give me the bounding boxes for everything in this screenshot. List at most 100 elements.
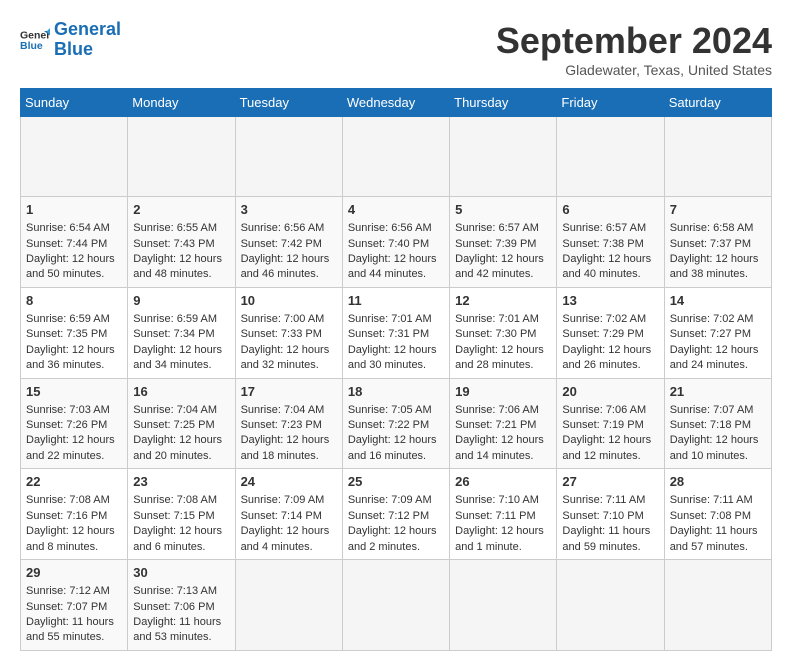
sunrise-label: Sunrise: 7:01 AM xyxy=(348,313,432,325)
calendar-cell: 17 Sunrise: 7:04 AM Sunset: 7:23 PM Dayl… xyxy=(235,378,342,469)
daylight-label: Daylight: 12 hours and 44 minutes. xyxy=(348,253,437,280)
calendar-cell: 1 Sunrise: 6:54 AM Sunset: 7:44 PM Dayli… xyxy=(21,197,128,288)
sunset-label: Sunset: 7:33 PM xyxy=(241,328,322,340)
sunrise-label: Sunrise: 7:13 AM xyxy=(133,585,217,597)
sunset-label: Sunset: 7:11 PM xyxy=(455,510,536,522)
daylight-label: Daylight: 12 hours and 50 minutes. xyxy=(26,253,115,280)
calendar-cell: 19 Sunrise: 7:06 AM Sunset: 7:21 PM Dayl… xyxy=(450,378,557,469)
daylight-label: Daylight: 12 hours and 6 minutes. xyxy=(133,525,222,552)
calendar-cell xyxy=(664,560,771,651)
sunrise-label: Sunrise: 6:55 AM xyxy=(133,222,217,234)
sunrise-label: Sunrise: 6:57 AM xyxy=(562,222,646,234)
calendar-cell xyxy=(557,117,664,197)
calendar-cell: 20 Sunrise: 7:06 AM Sunset: 7:19 PM Dayl… xyxy=(557,378,664,469)
calendar-cell: 29 Sunrise: 7:12 AM Sunset: 7:07 PM Dayl… xyxy=(21,560,128,651)
sunset-label: Sunset: 7:23 PM xyxy=(241,419,322,431)
calendar-cell xyxy=(557,560,664,651)
sunrise-label: Sunrise: 7:09 AM xyxy=(241,494,325,506)
sunset-label: Sunset: 7:29 PM xyxy=(562,328,643,340)
sunrise-label: Sunrise: 7:11 AM xyxy=(562,494,645,506)
logo-general: General xyxy=(54,19,121,39)
calendar-cell: 14 Sunrise: 7:02 AM Sunset: 7:27 PM Dayl… xyxy=(664,287,771,378)
sunrise-label: Sunrise: 7:07 AM xyxy=(670,404,754,416)
sunrise-label: Sunrise: 6:56 AM xyxy=(241,222,325,234)
calendar-cell xyxy=(450,560,557,651)
daylight-label: Daylight: 11 hours and 53 minutes. xyxy=(133,616,221,643)
sunset-label: Sunset: 7:35 PM xyxy=(26,328,107,340)
calendar-cell: 7 Sunrise: 6:58 AM Sunset: 7:37 PM Dayli… xyxy=(664,197,771,288)
calendar-cell: 27 Sunrise: 7:11 AM Sunset: 7:10 PM Dayl… xyxy=(557,469,664,560)
daylight-label: Daylight: 12 hours and 1 minute. xyxy=(455,525,544,552)
day-number: 5 xyxy=(455,201,551,219)
calendar-cell: 26 Sunrise: 7:10 AM Sunset: 7:11 PM Dayl… xyxy=(450,469,557,560)
sunset-label: Sunset: 7:07 PM xyxy=(26,601,107,613)
daylight-label: Daylight: 12 hours and 18 minutes. xyxy=(241,434,330,461)
sunset-label: Sunset: 7:34 PM xyxy=(133,328,214,340)
sunrise-label: Sunrise: 6:58 AM xyxy=(670,222,754,234)
daylight-label: Daylight: 12 hours and 26 minutes. xyxy=(562,344,651,371)
calendar-cell: 9 Sunrise: 6:59 AM Sunset: 7:34 PM Dayli… xyxy=(128,287,235,378)
day-number: 30 xyxy=(133,564,229,582)
daylight-label: Daylight: 11 hours and 55 minutes. xyxy=(26,616,114,643)
logo-blue: Blue xyxy=(54,39,93,59)
sunset-label: Sunset: 7:38 PM xyxy=(562,238,643,250)
sunrise-label: Sunrise: 7:04 AM xyxy=(241,404,325,416)
daylight-label: Daylight: 12 hours and 36 minutes. xyxy=(26,344,115,371)
daylight-label: Daylight: 12 hours and 38 minutes. xyxy=(670,253,759,280)
daylight-label: Daylight: 12 hours and 46 minutes. xyxy=(241,253,330,280)
day-number: 19 xyxy=(455,383,551,401)
calendar-cell: 21 Sunrise: 7:07 AM Sunset: 7:18 PM Dayl… xyxy=(664,378,771,469)
col-sunday: Sunday xyxy=(21,89,128,117)
sunrise-label: Sunrise: 6:56 AM xyxy=(348,222,432,234)
sunset-label: Sunset: 7:27 PM xyxy=(670,328,751,340)
calendar-cell: 12 Sunrise: 7:01 AM Sunset: 7:30 PM Dayl… xyxy=(450,287,557,378)
day-number: 21 xyxy=(670,383,766,401)
sunrise-label: Sunrise: 7:12 AM xyxy=(26,585,110,597)
calendar-row: 15 Sunrise: 7:03 AM Sunset: 7:26 PM Dayl… xyxy=(21,378,772,469)
day-number: 2 xyxy=(133,201,229,219)
sunrise-label: Sunrise: 6:57 AM xyxy=(455,222,539,234)
sunrise-label: Sunrise: 7:00 AM xyxy=(241,313,325,325)
day-number: 28 xyxy=(670,473,766,491)
sunrise-label: Sunrise: 7:04 AM xyxy=(133,404,217,416)
sunset-label: Sunset: 7:39 PM xyxy=(455,238,536,250)
calendar-cell xyxy=(128,117,235,197)
logo-text: General Blue xyxy=(54,20,121,60)
logo: General Blue General Blue xyxy=(20,20,121,60)
day-number: 16 xyxy=(133,383,229,401)
calendar-cell: 11 Sunrise: 7:01 AM Sunset: 7:31 PM Dayl… xyxy=(342,287,449,378)
daylight-label: Daylight: 12 hours and 40 minutes. xyxy=(562,253,651,280)
daylight-label: Daylight: 12 hours and 14 minutes. xyxy=(455,434,544,461)
sunset-label: Sunset: 7:22 PM xyxy=(348,419,429,431)
daylight-label: Daylight: 12 hours and 22 minutes. xyxy=(26,434,115,461)
calendar-cell: 24 Sunrise: 7:09 AM Sunset: 7:14 PM Dayl… xyxy=(235,469,342,560)
daylight-label: Daylight: 12 hours and 34 minutes. xyxy=(133,344,222,371)
sunset-label: Sunset: 7:42 PM xyxy=(241,238,322,250)
calendar-cell: 25 Sunrise: 7:09 AM Sunset: 7:12 PM Dayl… xyxy=(342,469,449,560)
day-number: 18 xyxy=(348,383,444,401)
sunset-label: Sunset: 7:21 PM xyxy=(455,419,536,431)
day-number: 17 xyxy=(241,383,337,401)
calendar-cell: 10 Sunrise: 7:00 AM Sunset: 7:33 PM Dayl… xyxy=(235,287,342,378)
day-number: 25 xyxy=(348,473,444,491)
sunrise-label: Sunrise: 7:08 AM xyxy=(26,494,110,506)
day-number: 6 xyxy=(562,201,658,219)
sunrise-label: Sunrise: 7:02 AM xyxy=(670,313,754,325)
day-number: 15 xyxy=(26,383,122,401)
sunset-label: Sunset: 7:44 PM xyxy=(26,238,107,250)
day-number: 26 xyxy=(455,473,551,491)
sunrise-label: Sunrise: 7:06 AM xyxy=(455,404,539,416)
day-number: 20 xyxy=(562,383,658,401)
daylight-label: Daylight: 12 hours and 42 minutes. xyxy=(455,253,544,280)
sunrise-label: Sunrise: 6:59 AM xyxy=(26,313,110,325)
calendar-cell: 15 Sunrise: 7:03 AM Sunset: 7:26 PM Dayl… xyxy=(21,378,128,469)
daylight-label: Daylight: 12 hours and 20 minutes. xyxy=(133,434,222,461)
day-number: 8 xyxy=(26,292,122,310)
calendar-cell xyxy=(342,560,449,651)
daylight-label: Daylight: 12 hours and 48 minutes. xyxy=(133,253,222,280)
calendar-cell: 2 Sunrise: 6:55 AM Sunset: 7:43 PM Dayli… xyxy=(128,197,235,288)
calendar-cell: 13 Sunrise: 7:02 AM Sunset: 7:29 PM Dayl… xyxy=(557,287,664,378)
daylight-label: Daylight: 12 hours and 16 minutes. xyxy=(348,434,437,461)
calendar-cell xyxy=(21,117,128,197)
daylight-label: Daylight: 11 hours and 59 minutes. xyxy=(562,525,650,552)
